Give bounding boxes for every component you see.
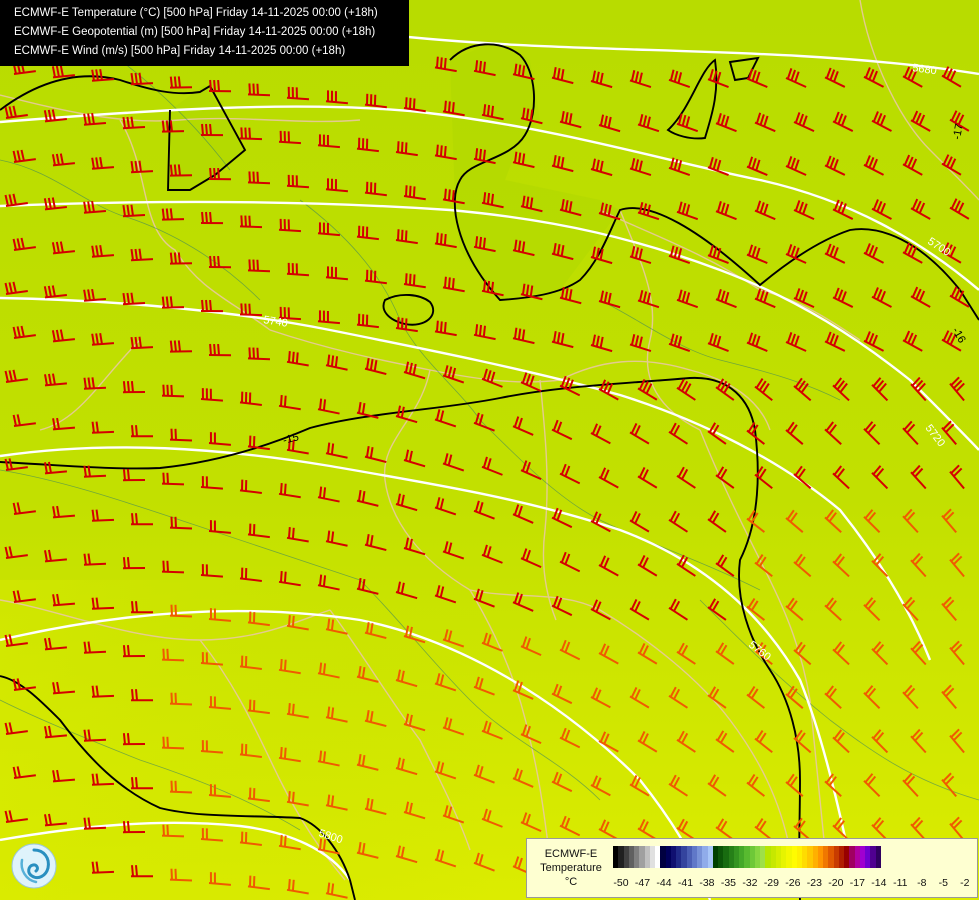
legend-title-line2: Temperature (540, 862, 602, 874)
title-geopotential: ECMWF-E Geopotential (m) [500 hPa] Frida… (14, 26, 376, 38)
legend-tick-label: -8 (917, 877, 927, 889)
weather-map: 5680 5700 5720 5740 5760 5800 -15 -16 -1… (0, 0, 979, 900)
legend-title-line1: ECMWF-E (544, 848, 598, 860)
legend-tick-label: -2 (960, 877, 970, 889)
legend-unit: °C (564, 876, 578, 888)
legend-color-bar (613, 846, 881, 868)
legend-tick-labels: -50 -47 -44 -41 -38 -35 -32 -29 -26 -23 -20 -17 -14-… (613, 877, 973, 891)
title-temperature: ECMWF-E Temperature (°C) [500 hPa] Frida… (14, 7, 378, 19)
legend-tick-label: -20 (828, 877, 844, 889)
legend-swatch (875, 846, 881, 868)
legend-title: ECMWF-E Temperature °C (531, 847, 611, 889)
title-wind: ECMWF-E Wind (m/s) [500 hPa] Friday 14-1… (14, 45, 346, 57)
ecmwf-logo-icon (11, 843, 57, 889)
legend-tick-label: -38 (699, 877, 715, 889)
legend-tick-label: -29 (763, 877, 779, 889)
legend-tick-label: -50 (613, 877, 629, 889)
legend-tick-label: -41 (677, 877, 694, 889)
legend-tick-label: -47 (634, 877, 651, 889)
legend-tick-label: -14 (871, 877, 887, 889)
legend-tick-label: -23 (806, 877, 822, 889)
legend-tick-label: -32 (742, 877, 758, 889)
legend-tick-label: -17 (849, 877, 865, 889)
legend-tick-label: -11 (893, 877, 908, 889)
legend-tick-label: -5 (938, 877, 948, 889)
temperature-legend: ECMWF-E Temperature °C -50 -47 -44 -41 -38 -3… (526, 838, 978, 898)
map-title-box: ECMWF-E Temperature (°C) [500 hPa] Frida… (0, 0, 409, 66)
legend-tick-label: -35 (720, 877, 737, 889)
legend-tick-label: -44 (656, 877, 672, 889)
legend-tick-label: -26 (785, 877, 801, 889)
